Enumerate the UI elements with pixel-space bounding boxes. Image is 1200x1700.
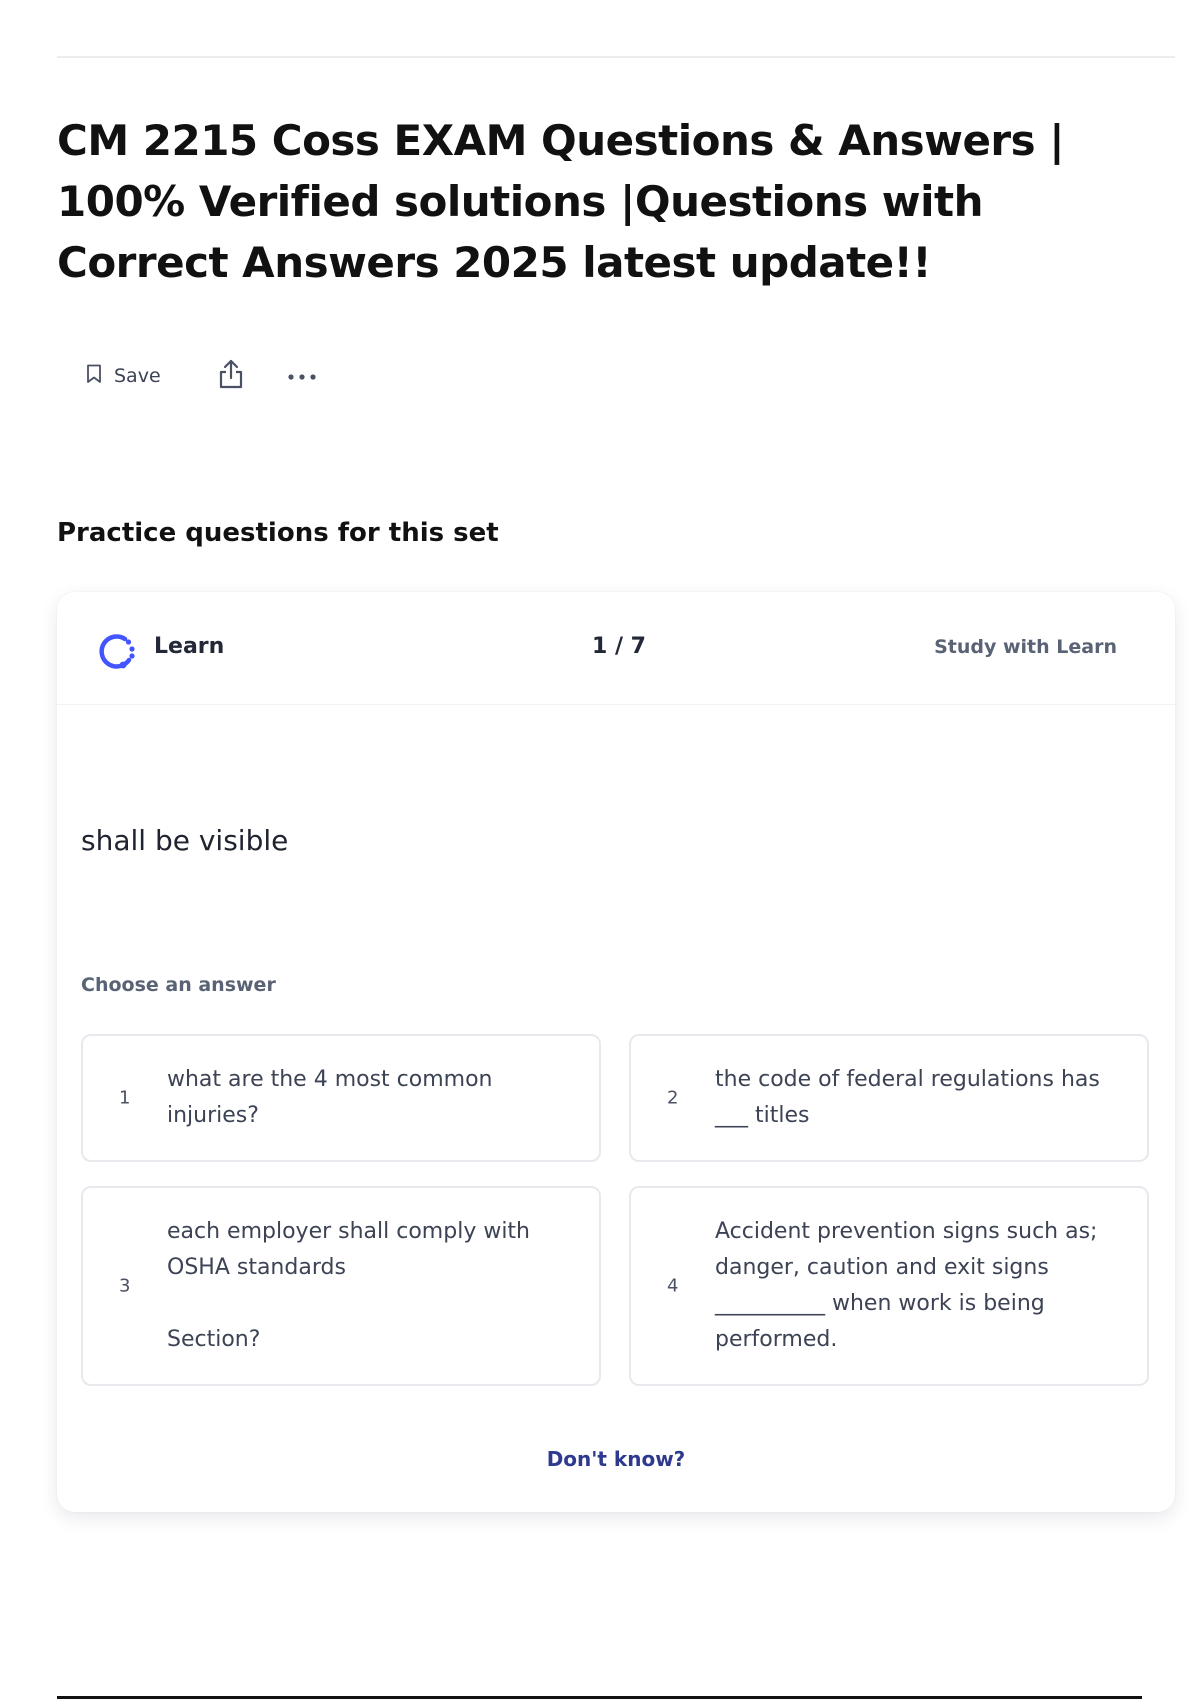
top-divider (57, 56, 1175, 58)
learn-icon (95, 630, 137, 672)
practice-card-header: Learn 1 / 7 Study with Learn (57, 592, 1175, 705)
save-label: Save (114, 365, 161, 387)
answer-option-3[interactable]: 3 each employer shall comply with OSHA s… (81, 1186, 601, 1386)
dont-know-button[interactable]: Don't know? (57, 1447, 1175, 1471)
answer-number: 2 (667, 1087, 679, 1109)
page-title: CM 2215 Coss EXAM Questions & Answers | … (57, 116, 1065, 287)
save-button[interactable]: Save (86, 364, 161, 388)
question-progress: 1 / 7 (592, 634, 646, 659)
answer-number: 4 (667, 1275, 679, 1297)
answer-text: Accident prevention signs such as; dange… (715, 1219, 1105, 1352)
share-button[interactable] (217, 358, 245, 394)
learn-mode-label: Learn (154, 634, 225, 659)
answer-text: the code of federal regulations has ___ … (715, 1067, 1107, 1128)
more-options-button[interactable] (287, 367, 317, 386)
answer-option-4[interactable]: 4 Accident prevention signs such as; dan… (629, 1186, 1149, 1386)
answer-text: what are the 4 most common injuries? (167, 1067, 500, 1128)
answer-option-1[interactable]: 1 what are the 4 most common injuries? (81, 1034, 601, 1162)
more-horizontal-icon (287, 367, 317, 386)
bottom-divider (57, 1696, 1142, 1699)
practice-card: Learn 1 / 7 Study with Learn shall be vi… (57, 592, 1175, 1512)
bookmark-icon (86, 364, 102, 388)
answer-number: 3 (119, 1275, 131, 1297)
action-bar: Save (86, 358, 317, 394)
question-prompt: shall be visible (81, 824, 289, 857)
practice-heading: Practice questions for this set (57, 518, 499, 548)
choose-answer-label: Choose an answer (81, 974, 276, 996)
answer-number: 1 (119, 1087, 131, 1109)
share-icon (217, 358, 245, 394)
answer-option-2[interactable]: 2 the code of federal regulations has __… (629, 1034, 1149, 1162)
study-with-learn-link[interactable]: Study with Learn (934, 636, 1117, 658)
answer-text: each employer shall comply with OSHA sta… (167, 1219, 530, 1352)
